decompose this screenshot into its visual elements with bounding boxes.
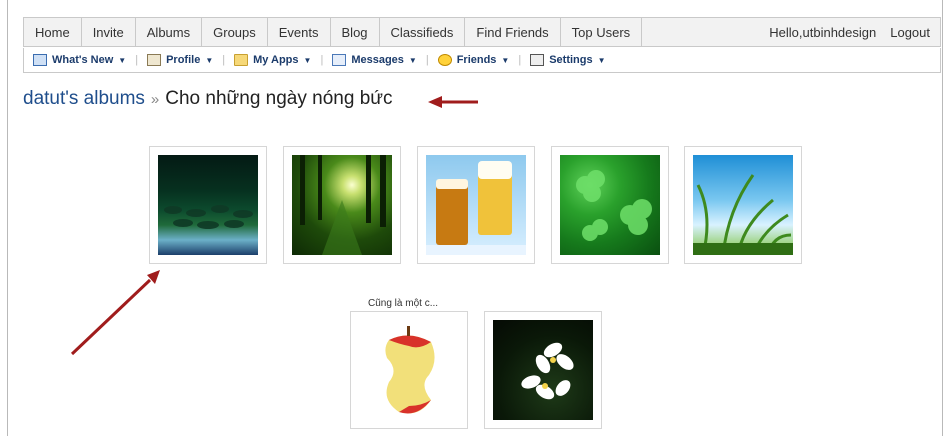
beer-glasses-photo	[426, 155, 526, 255]
envelope-icon	[332, 54, 347, 66]
bitten-apple-photo	[359, 320, 459, 420]
tab-home[interactable]: Home	[24, 18, 82, 46]
forest-photo	[292, 155, 392, 255]
owner-albums-link[interactable]: datut's albums	[23, 88, 145, 109]
photo-thumbnail[interactable]	[350, 311, 468, 429]
photo-thumbnail[interactable]	[551, 146, 669, 264]
camera-icon	[33, 54, 47, 66]
photo-thumbnail[interactable]	[484, 311, 602, 429]
album-title: Cho những ngày nóng bức	[165, 88, 393, 109]
settings-page-icon	[530, 54, 545, 66]
photo-thumbnail[interactable]	[149, 146, 267, 264]
caret-down-icon: ▼	[597, 55, 606, 65]
tab-events[interactable]: Events	[268, 18, 331, 46]
folder-icon	[234, 54, 249, 66]
grass-sky-photo	[693, 155, 793, 255]
lily-pond-photo	[158, 155, 258, 255]
settings-menu[interactable]: Settings ▼	[521, 54, 614, 66]
messages-label: Messages	[351, 54, 404, 66]
caret-down-icon: ▼	[205, 55, 214, 65]
frangipani-flower-photo	[493, 320, 593, 420]
tab-find-friends[interactable]: Find Friends	[465, 18, 561, 46]
tab-top-users[interactable]: Top Users	[561, 18, 643, 46]
profile-menu[interactable]: Profile ▼	[138, 54, 222, 66]
settings-label: Settings	[549, 54, 593, 66]
whats-new-label: What's New	[52, 54, 114, 66]
my-apps-label: My Apps	[253, 54, 299, 66]
photo-caption: Cũng là một c...	[368, 298, 439, 309]
owner-name: datut	[23, 88, 66, 109]
tab-blog[interactable]: Blog	[331, 18, 380, 46]
caret-down-icon: ▼	[501, 55, 510, 65]
tab-albums[interactable]: Albums	[136, 18, 203, 46]
breadcrumb-separator: »	[150, 91, 160, 108]
photo-thumbnail[interactable]	[283, 146, 401, 264]
profile-label: Profile	[166, 54, 201, 66]
tab-classifieds[interactable]: Classifieds	[380, 18, 466, 46]
tab-invite[interactable]: Invite	[82, 18, 136, 46]
smiley-icon	[437, 54, 452, 66]
owner-suffix: 's albums	[65, 88, 145, 109]
friends-menu[interactable]: Friends ▼	[429, 54, 519, 66]
messages-menu[interactable]: Messages ▼	[323, 54, 426, 66]
top-navigation: Home Invite Albums Groups Events Blog Cl…	[23, 17, 941, 47]
clover-photo	[560, 155, 660, 255]
album-heading: datut's albums » Cho những ngày nóng bức	[23, 88, 392, 110]
id-card-icon	[147, 54, 162, 66]
caret-down-icon: ▼	[408, 55, 417, 65]
my-apps-menu[interactable]: My Apps ▼	[225, 54, 320, 66]
photo-thumbnail[interactable]	[684, 146, 802, 264]
tab-groups[interactable]: Groups	[202, 18, 268, 46]
greeting-prefix: Hello,	[769, 24, 803, 40]
username[interactable]: utbinhdesign	[803, 25, 877, 40]
sub-navigation: What's New ▼ | Profile ▼ | My Apps ▼ | M…	[23, 48, 941, 73]
caret-down-icon: ▼	[118, 55, 127, 65]
logout-link[interactable]: Logout	[884, 18, 940, 46]
photo-thumbnail[interactable]	[417, 146, 535, 264]
caret-down-icon: ▼	[303, 55, 312, 65]
friends-label: Friends	[456, 54, 497, 66]
whats-new-menu[interactable]: What's New ▼	[24, 54, 135, 66]
greeting: Hello, utbinhdesign	[761, 18, 884, 46]
